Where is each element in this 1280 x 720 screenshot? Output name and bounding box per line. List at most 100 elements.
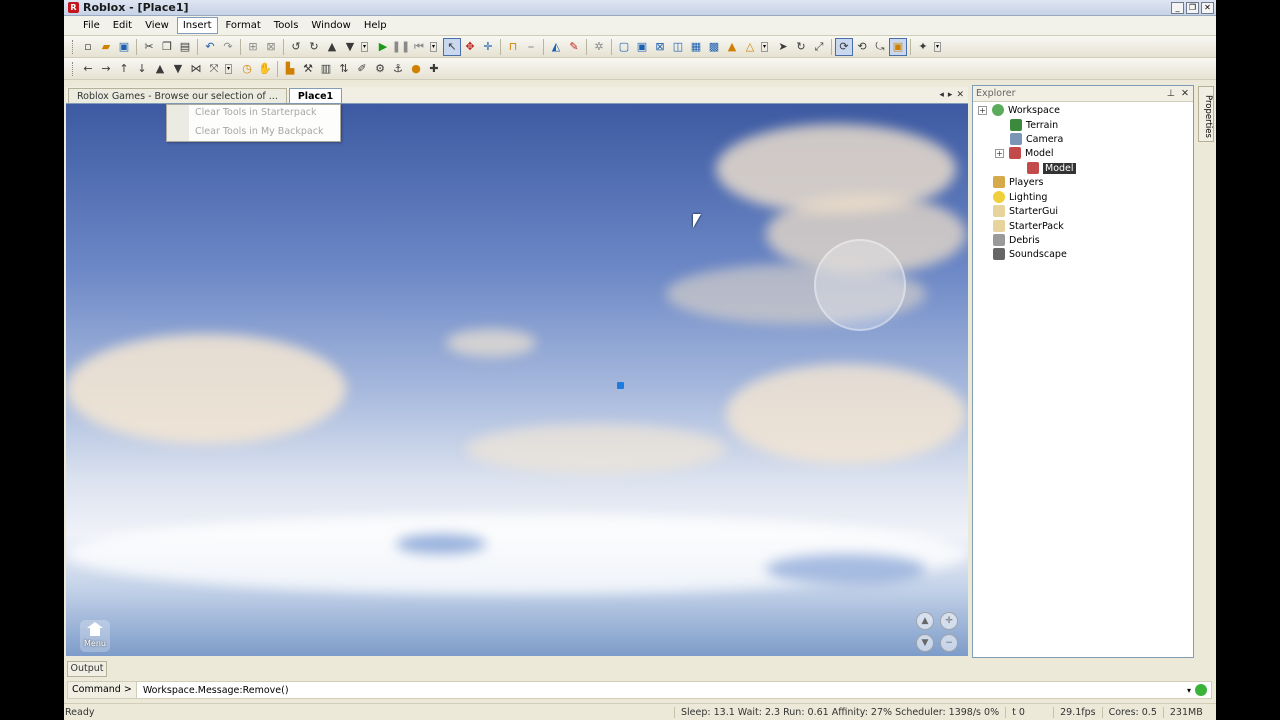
tree-node-workspace[interactable]: + Workspace <box>978 103 1060 117</box>
copy-icon[interactable]: ❐ <box>158 38 176 56</box>
toolbar-overflow-icon[interactable]: ▾ <box>361 41 368 52</box>
properties-side-tab[interactable]: Properties <box>1198 86 1214 142</box>
close-icon[interactable]: ✕ <box>1181 88 1189 99</box>
close-button[interactable]: ✕ <box>1201 1 1214 14</box>
run-command-icon[interactable] <box>1195 684 1207 696</box>
rotate-left-icon[interactable]: ↺ <box>287 38 305 56</box>
open-icon[interactable]: ▰ <box>97 38 115 56</box>
maximize-button[interactable]: ❐ <box>1186 1 1199 14</box>
reset-icon[interactable]: ⏮ <box>410 38 428 56</box>
joints-icon[interactable]: ⟲ <box>853 38 871 56</box>
toolbar-overflow-icon[interactable]: ▾ <box>934 41 941 52</box>
menu-help[interactable]: Help <box>359 18 392 33</box>
tree-node-startergui[interactable]: StarterGui <box>993 204 1058 218</box>
menu-insert[interactable]: Insert <box>176 17 218 34</box>
command-history-dropdown-icon[interactable]: ▾ <box>1187 686 1191 695</box>
camera-down-button[interactable]: ▼ <box>916 634 934 652</box>
tree-node-players[interactable]: Players <box>993 175 1044 189</box>
camera-zoom-out-button[interactable]: − <box>940 634 958 652</box>
surface-motor-icon[interactable]: ▲ <box>723 38 741 56</box>
plugins-icon[interactable]: ✦ <box>914 38 932 56</box>
up-down-icon[interactable]: ⇅ <box>335 60 353 78</box>
camera-center-button[interactable]: ✛ <box>940 612 958 630</box>
command-input[interactable]: Workspace.Message:Remove() <box>137 685 1187 696</box>
menu-window[interactable]: Window <box>306 18 355 33</box>
camera-right-icon[interactable]: → <box>97 60 115 78</box>
select-tool-icon[interactable]: ↖ <box>443 37 461 56</box>
pin-icon[interactable]: ⊥ <box>1167 88 1175 99</box>
selected-part-marker[interactable] <box>617 382 624 389</box>
tree-node-model[interactable]: + Model <box>995 146 1054 160</box>
camera-down-icon[interactable]: ↓ <box>133 60 151 78</box>
camera-up-button[interactable]: ▲ <box>916 612 934 630</box>
gear-icon[interactable]: ✲ <box>590 38 608 56</box>
surface-warning-icon[interactable]: △ <box>741 38 759 56</box>
menu-button[interactable]: Menu <box>80 620 110 652</box>
redo-icon[interactable]: ↷ <box>219 38 237 56</box>
tree-node-lighting[interactable]: Lighting <box>993 190 1047 204</box>
tree-node-debris[interactable]: Debris <box>993 233 1040 247</box>
tab-place1[interactable]: Place1 <box>288 88 343 103</box>
material-icon[interactable]: ✎ <box>565 38 583 56</box>
menu-edit[interactable]: Edit <box>108 18 137 33</box>
ball-icon[interactable]: ● <box>407 60 425 78</box>
clock-icon[interactable]: ◷ <box>238 60 256 78</box>
move-up-icon[interactable]: ▲ <box>323 38 341 56</box>
new-icon[interactable]: ▫ <box>79 38 97 56</box>
pause-icon[interactable]: ❚❚ <box>392 38 410 56</box>
cut-icon[interactable]: ✂ <box>140 38 158 56</box>
camera-up-icon[interactable]: ↑ <box>115 60 133 78</box>
move-down-icon[interactable]: ▼ <box>341 38 359 56</box>
surface-hinge-icon[interactable]: ▩ <box>705 38 723 56</box>
tree-node-soundscape[interactable]: Soundscape <box>993 247 1067 261</box>
collision-icon[interactable]: ⤿ <box>871 38 889 56</box>
tree-node-model-child[interactable]: Model <box>1027 161 1076 175</box>
hand-icon[interactable]: ✋ <box>256 60 274 78</box>
lock-icon[interactable]: ⊓ <box>504 38 522 56</box>
3d-viewport[interactable]: Menu ▲ ✛ ▼ − <box>66 104 968 656</box>
surface-studs-icon[interactable]: ◫ <box>669 38 687 56</box>
menu-item-clear-backpack[interactable]: Clear Tools in My Backpack <box>195 126 323 137</box>
terrain-icon[interactable]: ▙ <box>281 60 299 78</box>
tab-roblox-games[interactable]: Roblox Games - Browse our selection of .… <box>68 88 287 103</box>
menu-view[interactable]: View <box>140 18 174 33</box>
anchor-icon[interactable]: ⎯ <box>522 38 540 56</box>
menu-item-clear-starterpack[interactable]: Clear Tools in Starterpack <box>195 107 317 118</box>
tree-node-starterpack[interactable]: StarterPack <box>993 219 1064 233</box>
tree-node-terrain[interactable]: Terrain <box>1010 118 1058 132</box>
undo-icon[interactable]: ↶ <box>201 38 219 56</box>
play-icon[interactable]: ▶ <box>374 38 392 56</box>
tab-close-icon[interactable]: ✕ <box>956 90 964 100</box>
paste-icon[interactable]: ▤ <box>176 38 194 56</box>
surface-icon[interactable]: ▢ <box>615 38 633 56</box>
rotate-tool-icon[interactable]: ↻ <box>792 38 810 56</box>
toolbar-grip[interactable] <box>72 61 75 76</box>
toolbar-overflow-icon[interactable]: ▾ <box>225 63 232 74</box>
expand-icon[interactable]: + <box>995 148 1004 158</box>
ungroup-icon[interactable]: ⊠ <box>262 38 280 56</box>
camera-tilt-down-icon[interactable]: ▼ <box>169 60 187 78</box>
tree-node-camera[interactable]: Camera <box>1010 132 1063 146</box>
tab-scroll-left-icon[interactable]: ◂ <box>939 90 944 100</box>
toolbar-grip[interactable] <box>72 39 75 54</box>
paint-bucket-icon[interactable]: ◭ <box>547 38 565 56</box>
rotate-right-icon[interactable]: ↻ <box>305 38 323 56</box>
menu-format[interactable]: Format <box>221 18 266 33</box>
delete-icon[interactable]: ▥ <box>317 60 335 78</box>
snap-icon[interactable]: ▣ <box>889 37 907 56</box>
surface-glue-icon[interactable]: ⊠ <box>651 38 669 56</box>
toolbar-overflow-icon[interactable]: ▾ <box>761 41 768 52</box>
save-icon[interactable]: ▣ <box>115 38 133 56</box>
crosshair-icon[interactable]: ✚ <box>425 60 443 78</box>
configure-icon[interactable]: ⚙ <box>371 60 389 78</box>
camera-zoom-in-icon[interactable]: ⋈ <box>187 60 205 78</box>
camera-left-icon[interactable]: ← <box>79 60 97 78</box>
hammer-icon[interactable]: ⚒ <box>299 60 317 78</box>
move-tool-icon[interactable]: ✥ <box>461 38 479 56</box>
camera-tilt-up-icon[interactable]: ▲ <box>151 60 169 78</box>
menu-file[interactable]: File <box>78 18 105 33</box>
minimize-button[interactable]: _ <box>1171 1 1184 14</box>
pointer-icon[interactable]: ➤ <box>774 38 792 56</box>
expand-icon[interactable]: + <box>978 105 987 115</box>
camera-zoom-out-icon[interactable]: ⤧ <box>205 60 223 78</box>
